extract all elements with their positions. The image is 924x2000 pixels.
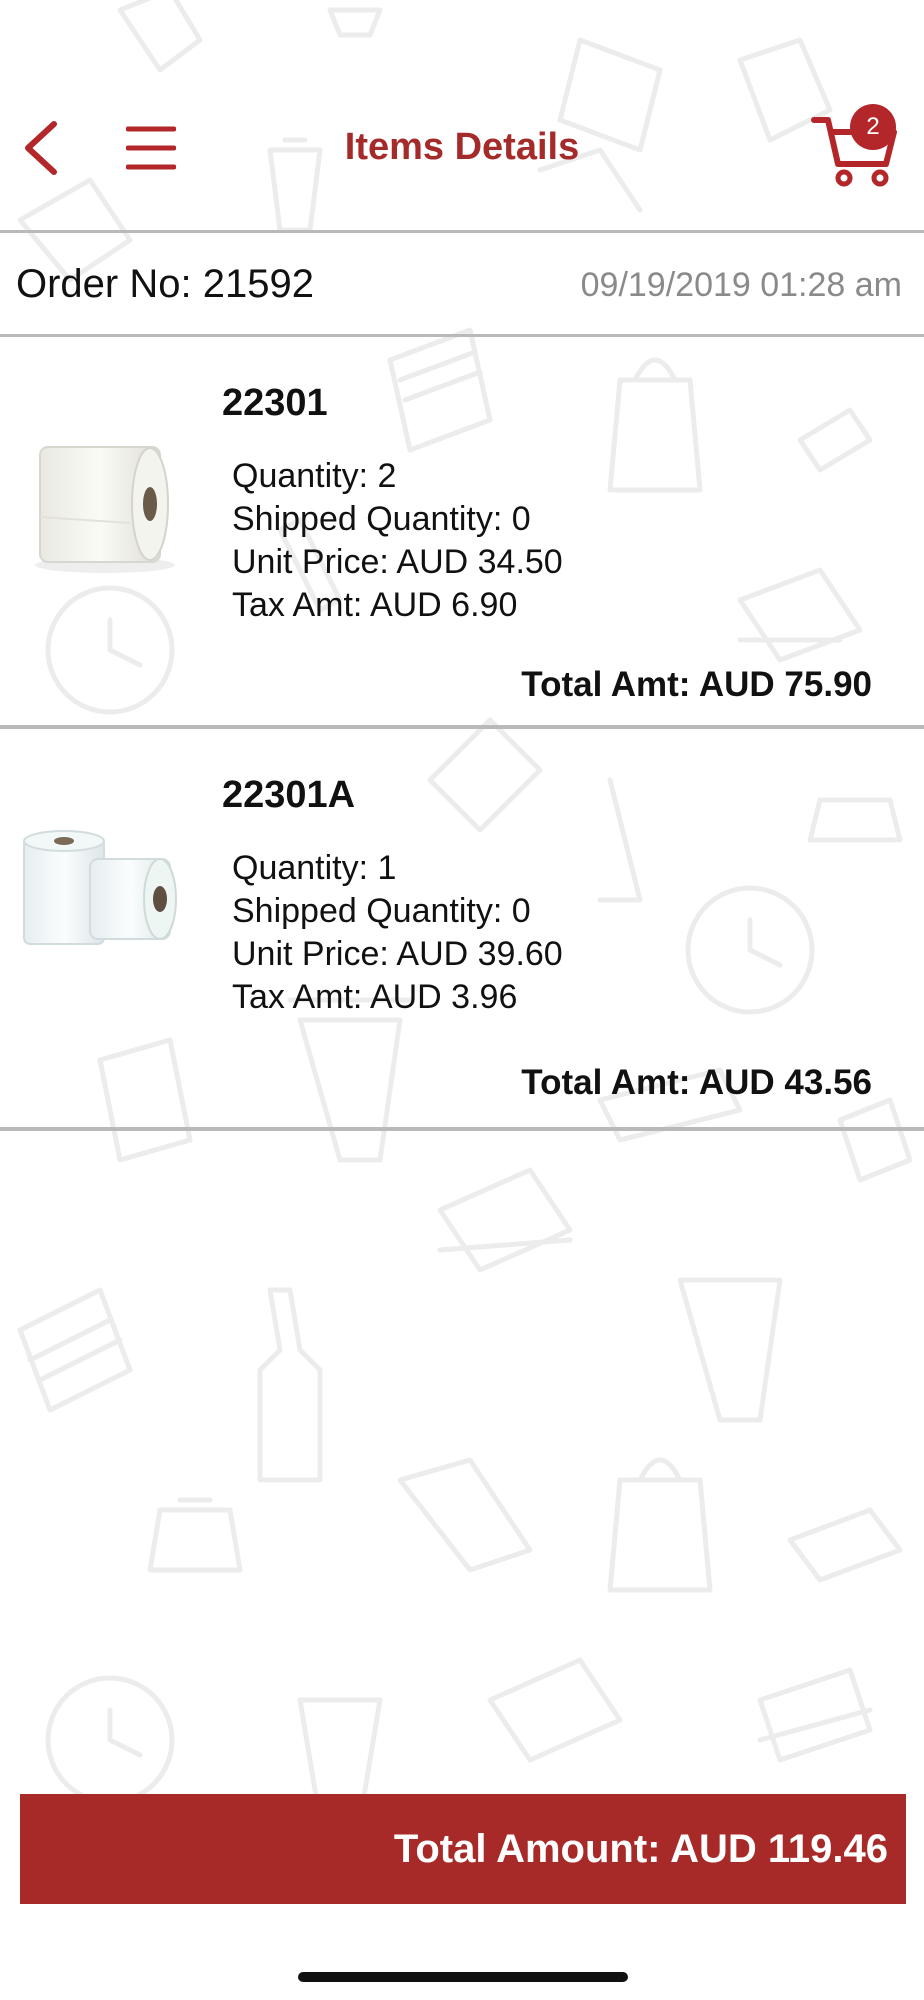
home-indicator[interactable] [298, 1972, 628, 1982]
total-amount-label: Total Amount: AUD 119.46 [393, 1826, 888, 1871]
item-unit-price: Unit Price: AUD 34.50 [232, 543, 563, 581]
item-divider [0, 1127, 924, 1131]
order-info-row: Order No: 21592 09/19/2019 01:28 am [0, 234, 924, 334]
item-shipped-quantity: Shipped Quantity: 0 [232, 892, 531, 930]
cart-count-badge: 2 [850, 104, 896, 150]
order-number: Order No: 21592 [16, 262, 314, 306]
item-tax-amount: Tax Amt: AUD 6.90 [232, 586, 518, 624]
item-total-amount: Total Amt: AUD 75.90 [521, 665, 872, 704]
item-quantity: Quantity: 1 [232, 849, 397, 887]
app-header: Items Details 2 [0, 0, 924, 230]
paper-towel-rolls-pair-image [23, 830, 177, 945]
item-quantity: Quantity: 2 [232, 457, 397, 495]
header-divider [0, 230, 924, 233]
total-amount-bar: Total Amount: AUD 119.46 [20, 1794, 906, 1904]
order-item: 22301A Quantity: 1 Shipped Quantity: 0 U… [0, 729, 924, 1129]
page-title: Items Details [344, 126, 580, 168]
order-datetime: 09/19/2019 01:28 am [580, 266, 902, 304]
paper-towel-roll-image [35, 446, 175, 573]
item-unit-price: Unit Price: AUD 39.60 [232, 935, 563, 973]
item-tax-amount: Tax Amt: AUD 3.96 [232, 978, 518, 1016]
order-item: 22301 Quantity: 2 Shipped Quantity: 0 Un… [0, 337, 924, 737]
item-code: 22301A [222, 774, 356, 816]
item-total-amount: Total Amt: AUD 43.56 [521, 1063, 872, 1102]
item-code: 22301 [222, 382, 328, 424]
item-shipped-quantity: Shipped Quantity: 0 [232, 500, 531, 538]
